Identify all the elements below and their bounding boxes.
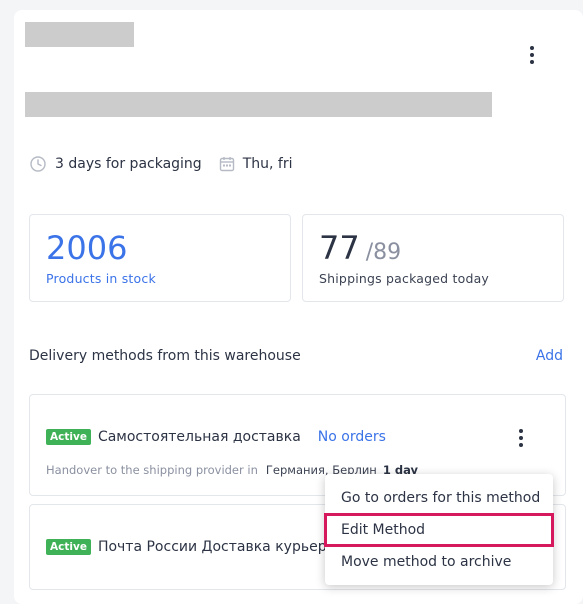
method-title-row: Active Почта России Доставка курьер [46,539,327,555]
warehouse-more-icon[interactable] [522,42,542,68]
packaged-stat-card: 77/89 Shippings packaged today [302,214,564,302]
menu-item-archive-method[interactable]: Move method to archive [325,546,553,578]
method-context-menu: Go to orders for this method Edit Method… [324,474,554,585]
handover-label: Handover to the shipping provider in [46,463,258,477]
method-name: Почта России Доставка курьер [97,539,327,555]
shipping-days: Thu, fri [242,156,293,172]
method-more-icon[interactable] [511,425,531,451]
method-name: Самостоятельная доставка [97,429,301,445]
stock-label: Products in stock [46,271,156,286]
calendar-icon [218,155,236,173]
menu-item-go-to-orders[interactable]: Go to orders for this method [325,482,553,514]
warehouse-name-placeholder [25,22,134,47]
packaged-count: 77 [319,229,360,267]
clock-icon [29,155,47,173]
no-orders-link[interactable]: No orders [318,429,386,445]
status-badge: Active [46,539,91,555]
status-badge: Active [46,429,91,445]
add-method-link[interactable]: Add [536,348,563,364]
packaged-stat: 77/89 [319,229,401,267]
packaged-total: /89 [365,240,402,265]
method-title-row: Active Самостоятельная доставка No order… [46,429,386,445]
stock-count: 2006 [46,229,128,267]
warehouse-address-placeholder [25,92,492,117]
warehouse-meta: 3 days for packaging Thu, fri [29,152,292,176]
packaged-label: Shippings packaged today [319,271,490,286]
stock-stat-card: 2006 Products in stock [29,214,291,302]
delivery-section-title: Delivery methods from this warehouse [29,348,301,364]
packaging-time: 3 days for packaging [55,156,202,172]
menu-item-edit-method[interactable]: Edit Method [324,513,554,547]
